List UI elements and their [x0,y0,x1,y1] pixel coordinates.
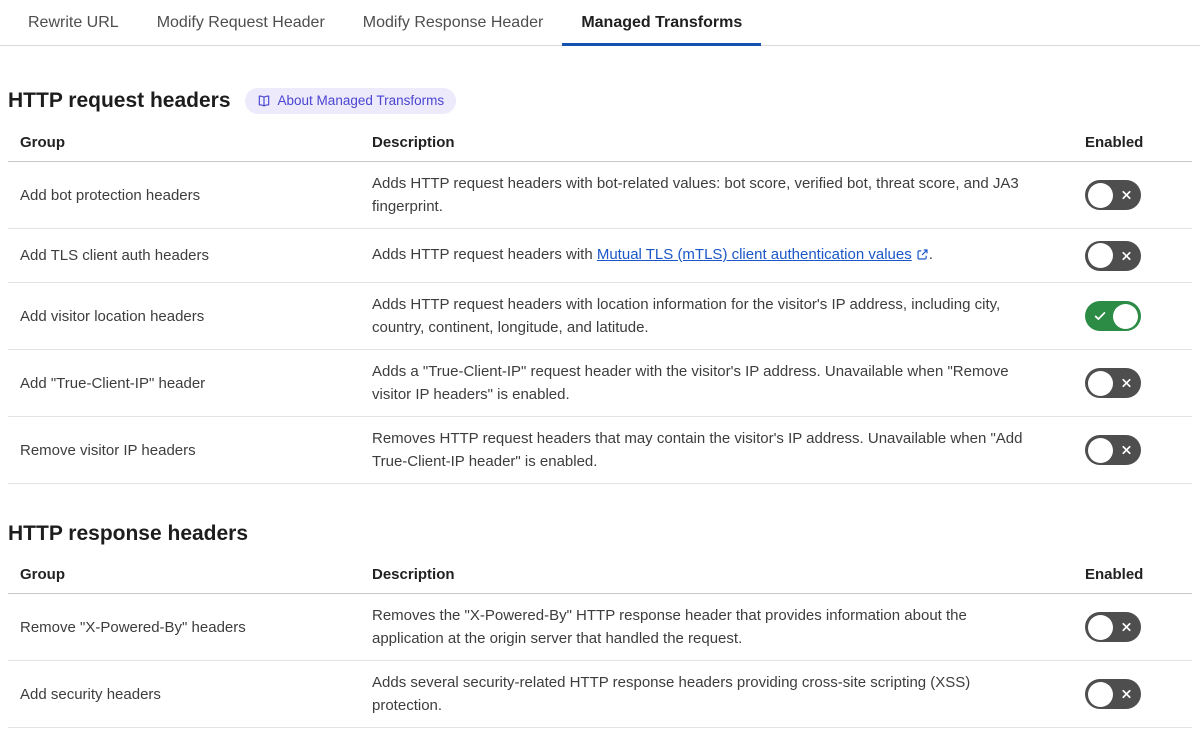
group-label: Add visitor location headers [20,307,205,325]
request-headers-title: HTTP request headers [8,89,231,112]
about-managed-transforms-badge[interactable]: About Managed Transforms [244,88,457,114]
description-text: Adds several security-related HTTP respo… [372,674,971,714]
toggle-knob [1088,370,1113,396]
column-header-enabled: Enabled [1085,566,1144,583]
toggle-add-visitor-location-headers[interactable] [1085,301,1141,331]
group-label: Add TLS client auth headers [20,247,210,264]
column-header-description: Description [372,566,455,583]
table-row: Add TLS client auth headers Adds HTTP req… [8,229,1192,283]
tab-bar: Rewrite URL Modify Request Header Modify R… [0,0,1200,46]
response-headers-title: HTTP response headers [8,522,249,545]
description-text: Adds HTTP request headers with location … [372,296,1001,336]
x-icon [1120,377,1133,390]
group-label: Remove visitor IP headers [20,441,196,459]
tab-modify-request-header[interactable]: Modify Request Header [138,0,344,46]
description-text: Adds HTTP request headers with Mutual TL… [372,243,1085,268]
table-header-row: Group Description Enabled [8,560,1192,594]
toggle-add-bot-protection-headers[interactable] [1085,180,1141,210]
table-row: Remove visitor IP headers Removes HTTP re… [8,417,1192,484]
description-text: Adds HTTP request headers with bot-relat… [372,175,1019,215]
toggle-remove-x-powered-by-headers[interactable] [1085,612,1141,642]
toggle-remove-visitor-ip-headers[interactable] [1085,435,1141,465]
request-headers-section-head: HTTP request headers About Managed Trans… [8,88,1192,114]
table-row: Add bot protection headers Adds HTTP requ… [8,162,1192,229]
x-icon [1120,444,1133,457]
x-icon [1120,189,1133,202]
table-header-row: Group Description Enabled [8,128,1192,162]
table-row: Add "True-Client-IP" header Adds a "True-… [8,350,1192,417]
toggle-knob [1088,614,1113,640]
description-text: Adds a "True-Client-IP" request header w… [372,363,1009,403]
response-headers-section-head: HTTP response headers [8,522,1192,546]
tab-managed-transforms[interactable]: Managed Transforms [562,0,762,46]
tab-modify-response-header[interactable]: Modify Response Header [344,0,563,46]
x-icon [1120,688,1133,701]
column-header-group: Group [20,134,65,151]
book-icon [257,94,271,108]
description-text: Removes the "X-Powered-By" HTTP response… [372,607,967,647]
table-row: Add security headers Adds several securit… [8,661,1192,728]
response-headers-table: Group Description Enabled Remove "X-Powe… [8,560,1192,728]
group-label: Remove "X-Powered-By" headers [20,618,246,636]
table-row: Remove "X-Powered-By" headers Removes the… [8,594,1192,661]
toggle-add-true-client-ip-header[interactable] [1085,368,1141,398]
toggle-add-tls-client-auth-headers[interactable] [1085,240,1141,271]
toggle-knob [1088,437,1113,463]
badge-label: About Managed Transforms [277,93,445,108]
request-headers-table: Group Description Enabled Add bot protec… [8,128,1192,484]
managed-transforms-page: HTTP request headers About Managed Trans… [0,88,1200,728]
external-link-icon [916,245,929,268]
column-header-description: Description [372,134,455,151]
table-row: Add visitor location headers Adds HTTP re… [8,283,1192,350]
toggle-knob [1088,243,1113,268]
x-icon [1120,621,1133,634]
description-link[interactable]: Mutual TLS (mTLS) client authentication … [597,246,929,263]
description-text: Removes HTTP request headers that may co… [372,430,1023,470]
toggle-knob [1088,681,1113,707]
toggle-add-security-headers[interactable] [1085,679,1141,709]
x-icon [1120,249,1133,262]
tab-rewrite-url[interactable]: Rewrite URL [9,0,138,46]
toggle-knob [1113,303,1138,329]
column-header-enabled: Enabled [1085,134,1144,151]
group-label: Add security headers [20,685,161,703]
toggle-knob [1088,182,1113,208]
group-label: Add bot protection headers [20,186,201,204]
check-icon [1093,309,1107,323]
group-label: Add "True-Client-IP" header [20,374,206,392]
column-header-group: Group [20,566,65,583]
